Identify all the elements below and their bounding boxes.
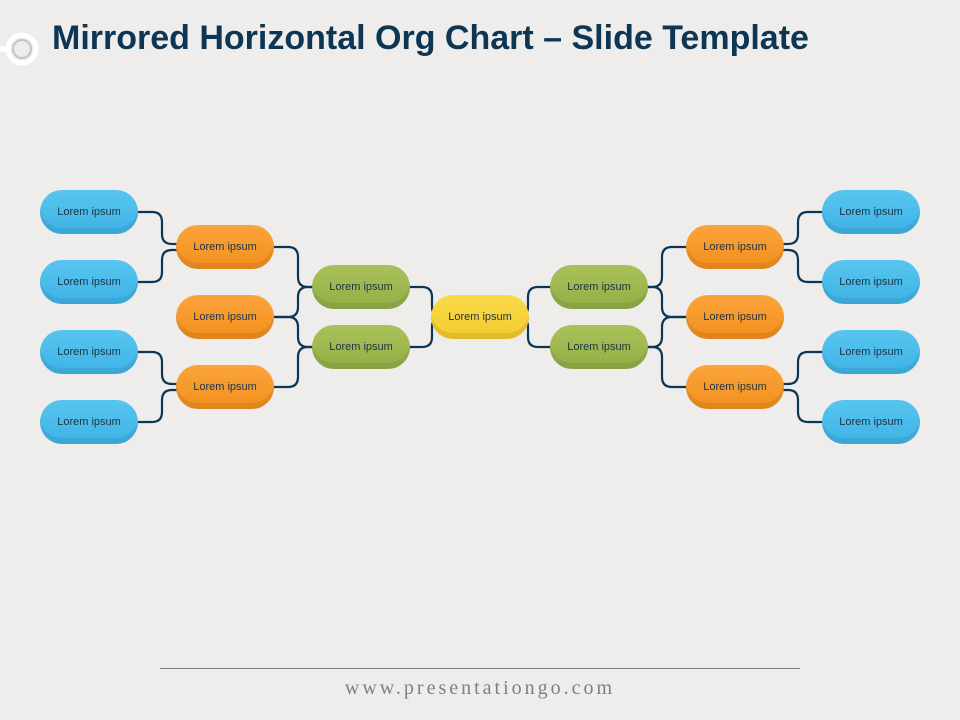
slide-title: Mirrored Horizontal Org Chart – Slide Te…	[52, 18, 809, 59]
slide-header: Mirrored Horizontal Org Chart – Slide Te…	[0, 18, 960, 74]
left-orange-node: Lorem ipsum	[176, 225, 274, 269]
connectors	[40, 190, 920, 520]
left-green-node: Lorem ipsum	[312, 265, 410, 309]
left-orange-node: Lorem ipsum	[176, 365, 274, 409]
left-blue-node: Lorem ipsum	[40, 330, 138, 374]
right-orange-node: Lorem ipsum	[686, 365, 784, 409]
right-orange-node: Lorem ipsum	[686, 295, 784, 339]
footer-link[interactable]: www.presentationgo.com	[345, 677, 615, 699]
left-blue-node: Lorem ipsum	[40, 190, 138, 234]
org-chart: Lorem ipsum Lorem ipsum Lorem ipsum Lore…	[40, 190, 920, 520]
left-orange-node: Lorem ipsum	[176, 295, 274, 339]
right-blue-node: Lorem ipsum	[822, 190, 920, 234]
left-green-node: Lorem ipsum	[312, 325, 410, 369]
right-blue-node: Lorem ipsum	[822, 260, 920, 304]
center-node: Lorem ipsum	[431, 295, 529, 339]
right-blue-node: Lorem ipsum	[822, 400, 920, 444]
left-blue-node: Lorem ipsum	[40, 400, 138, 444]
left-blue-node: Lorem ipsum	[40, 260, 138, 304]
right-green-node: Lorem ipsum	[550, 325, 648, 369]
slide-footer: www.presentationgo.com	[160, 668, 800, 700]
right-green-node: Lorem ipsum	[550, 265, 648, 309]
right-orange-node: Lorem ipsum	[686, 225, 784, 269]
header-ring-icon	[0, 24, 42, 74]
right-blue-node: Lorem ipsum	[822, 330, 920, 374]
